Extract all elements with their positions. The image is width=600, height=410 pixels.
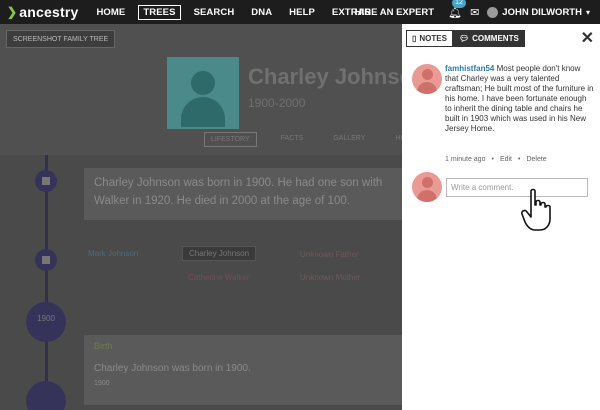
hire-expert-link[interactable]: HIRE AN EXPERT — [355, 7, 434, 18]
profile-photo-placeholder[interactable] — [167, 57, 239, 129]
year-badge-label: 1900 — [37, 314, 55, 323]
nav-home[interactable]: HOME — [92, 5, 129, 20]
hand-pointer-cursor-icon — [521, 188, 551, 231]
notifications-button[interactable]: 🔔︎ 12 — [448, 0, 466, 19]
comment-meta: 1 minute ago • Edit • Delete — [445, 156, 553, 163]
timeline-line — [45, 155, 48, 410]
person-icon-body — [417, 82, 437, 94]
notes-icon: ▯ — [412, 34, 417, 43]
lifestory-summary: Charley Johnson was born in 1900. He had… — [84, 168, 404, 220]
current-user-avatar — [412, 172, 442, 202]
timeline-marker — [35, 170, 57, 192]
comment-author[interactable]: famhistfan54 — [445, 64, 494, 73]
notes-tab-button[interactable]: ▯ NOTES — [406, 30, 453, 47]
family-marker — [35, 249, 57, 271]
birth-event-card[interactable]: Birth Charley Johnson was born in 1900. … — [84, 335, 404, 405]
comment-time: 1 minute ago — [445, 156, 486, 163]
tree-selector-label: SCREENSHOT FAMILY TREE — [13, 35, 109, 43]
tab-lifestory[interactable]: LIFESTORY — [204, 132, 257, 147]
document-icon — [42, 177, 50, 185]
close-icon[interactable]: ✕ — [581, 28, 594, 48]
father-name[interactable]: Mark Johnson — [88, 249, 138, 258]
logo-text: ancestry — [19, 4, 79, 20]
family-icon — [42, 256, 50, 264]
birth-label: Birth — [94, 341, 113, 351]
comment-input[interactable] — [446, 178, 588, 197]
chevron-down-icon[interactable]: ▾ — [586, 8, 590, 17]
meta-separator: • — [491, 156, 494, 163]
main-person-name[interactable]: Charley Johnson — [182, 246, 257, 261]
meta-separator: • — [518, 156, 521, 163]
nav-trees[interactable]: TREES — [138, 4, 181, 20]
nav-right: HIRE AN EXPERT 🔔︎ 12 ✉︎ JOHN DILWORTH ▾ — [355, 0, 600, 24]
delete-comment-link[interactable]: Delete — [526, 156, 546, 163]
comment-body: famhistfan54 Most people don't know that… — [445, 64, 595, 134]
year-badge-death — [26, 381, 66, 410]
leaf-icon: ❯ — [7, 5, 18, 19]
tab-facts[interactable]: FACTS — [275, 132, 310, 147]
edit-comment-link[interactable]: Edit — [500, 156, 512, 163]
comments-tab-button[interactable]: 💬︎ COMMENTS — [452, 30, 525, 47]
person-silhouette-body — [181, 97, 225, 127]
mother-name[interactable]: Catherine Walker — [188, 273, 250, 282]
bell-icon: 🔔︎ — [448, 6, 463, 19]
person-icon-body — [417, 190, 437, 202]
unknown-father[interactable]: Unknown Father — [300, 250, 359, 259]
ancestry-logo[interactable]: ❯ ancestry — [7, 4, 78, 20]
notes-comments-toggle: ▯ NOTES 💬︎ COMMENTS — [406, 30, 525, 47]
user-name[interactable]: JOHN DILWORTH — [502, 7, 582, 18]
birth-year: 1900 — [94, 380, 110, 387]
tree-selector[interactable]: SCREENSHOT FAMILY TREE — [6, 30, 116, 48]
profile-years: 1900-2000 — [248, 96, 306, 110]
comments-label: COMMENTS — [472, 34, 519, 43]
nav-help[interactable]: HELP — [285, 5, 319, 20]
nav-dna[interactable]: DNA — [247, 5, 276, 20]
person-silhouette-head — [191, 71, 215, 95]
nav-search[interactable]: SEARCH — [190, 5, 239, 20]
person-icon-head — [422, 177, 433, 188]
comment-text: Most people don't know that Charley was … — [445, 64, 594, 133]
commenter-avatar[interactable] — [412, 64, 442, 94]
top-navigation-bar: ❯ ancestry HOME TREES SEARCH DNA HELP EX… — [0, 0, 600, 24]
person-icon-head — [422, 69, 433, 80]
year-badge: 1900 — [26, 302, 66, 342]
main-nav: HOME TREES SEARCH DNA HELP EXTRAS — [92, 4, 384, 20]
user-avatar[interactable] — [487, 6, 499, 18]
notes-label: NOTES — [419, 34, 447, 43]
comments-panel: ▯ NOTES 💬︎ COMMENTS ✕ famhistfan54 Most … — [402, 24, 600, 410]
birth-text: Charley Johnson was born in 1900. — [94, 363, 251, 374]
notification-badge: 12 — [452, 0, 466, 8]
mail-icon[interactable]: ✉︎ — [470, 6, 479, 19]
speech-bubble-icon: 💬︎ — [458, 34, 470, 43]
profile-name: Charley Johnson — [248, 64, 427, 89]
tab-gallery[interactable]: GALLERY — [327, 132, 371, 147]
unknown-mother[interactable]: Unknown Mother — [300, 273, 360, 282]
